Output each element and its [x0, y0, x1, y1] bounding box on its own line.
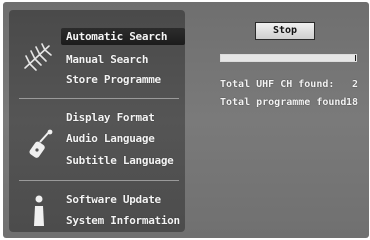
search-progress-bar — [220, 54, 357, 62]
menu-divider — [19, 98, 179, 99]
programme-found-label: Total programme found: — [220, 97, 353, 108]
menu-item-automatic-search[interactable]: Automatic Search — [61, 28, 185, 45]
uhf-found-label: Total UHF CH found: — [220, 79, 335, 90]
programme-found-value: 18 — [346, 97, 359, 108]
menu-item-audio-language[interactable]: Audio Language — [66, 132, 155, 145]
menu-item-system-information[interactable]: System Information — [66, 214, 180, 227]
menu-divider — [19, 180, 179, 181]
menu-item-subtitle-language[interactable]: Subtitle Language — [66, 154, 174, 167]
info-icon — [31, 194, 47, 228]
search-progress-fill — [221, 55, 355, 61]
antenna-icon — [21, 42, 55, 72]
menu-item-display-format[interactable]: Display Format — [66, 111, 155, 124]
menu-item-software-update[interactable]: Software Update — [66, 193, 161, 206]
uhf-found-line: Total UHF CH found: 2 — [220, 79, 358, 90]
pin-icon — [29, 128, 57, 162]
stop-button[interactable]: Stop — [255, 22, 315, 40]
tv-menu-screen: Automatic Search Manual Search Store Pro… — [3, 2, 369, 238]
menu-item-manual-search[interactable]: Manual Search — [66, 53, 149, 66]
uhf-found-value: 2 — [352, 79, 359, 90]
menu-item-store-programme[interactable]: Store Programme — [66, 73, 161, 86]
programme-found-line: Total programme found: 18 — [220, 97, 358, 108]
menu-panel: Automatic Search Manual Search Store Pro… — [9, 10, 185, 232]
